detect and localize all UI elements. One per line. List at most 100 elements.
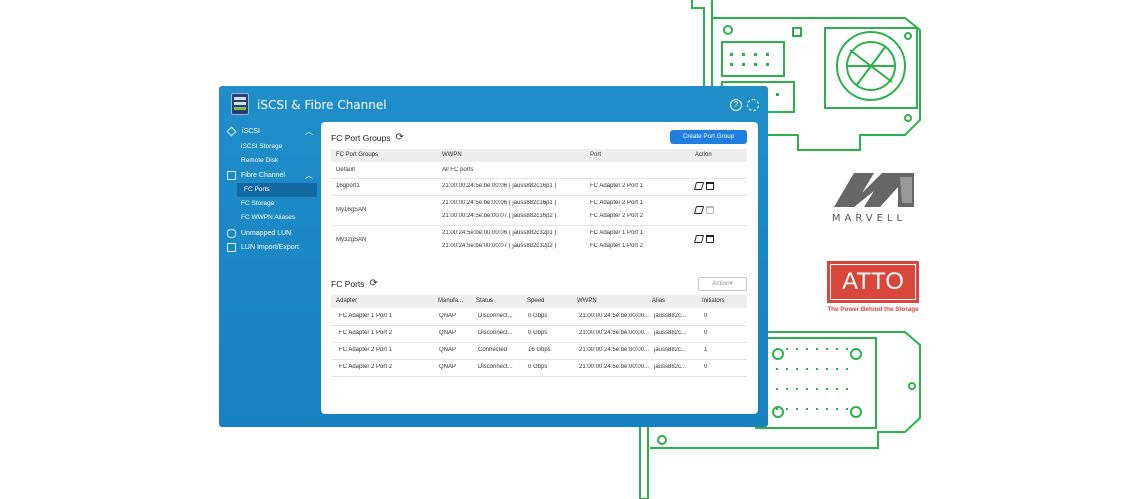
port-group-wwpn: 21:00:00:24:5e:be:00:06 ( jauss882c16p1 … (442, 200, 557, 206)
lun-icon (227, 228, 236, 238)
cell-wwpn: 21:00:00:24:5e:be:00:00... (579, 330, 649, 336)
trash-icon[interactable] (706, 182, 714, 190)
column-header[interactable]: Port (590, 149, 601, 162)
cell-adapter: FC Adapter 2 Port 1 (339, 347, 393, 353)
sidebar-group-unmapped-lun[interactable]: Unmapped LUN (227, 226, 315, 240)
fc-ports-table-header: Adapter Manufa... Status Speed WWPN Alia… (331, 295, 747, 308)
port-group-port: FC Adapter 1 Port 2 (590, 243, 644, 249)
sidebar-item-fc-wwpn-aliases[interactable]: FC WWPN Aliases (241, 211, 295, 225)
sidebar-item-fc-storage[interactable]: FC Storage (241, 197, 274, 211)
column-header[interactable]: Speed (527, 295, 544, 308)
marvell-logo: MARVELL (814, 169, 924, 231)
cell-wwpn: 21:00:00:24:5e:be:00:00... (579, 364, 649, 370)
port-groups-table-header: FC Port Groups WWPN Port Action (331, 149, 747, 162)
port-group-wwpn: 21:00:00:24:5e:be:00:06 ( jauss882c16p1 … (442, 183, 557, 189)
column-header: Action (695, 152, 712, 158)
port-group-wwpn: All FC ports (442, 167, 474, 173)
port-group-name: 16gport1 (336, 183, 360, 189)
trash-icon[interactable] (706, 235, 714, 243)
chevron-up-icon[interactable]: ︿ (305, 170, 313, 181)
edit-icon[interactable] (693, 235, 705, 243)
port-group-port: FC Adapter 2 Port 2 (590, 213, 644, 219)
fc-ports-header: FC Ports ⟳ (331, 278, 378, 289)
edit-icon[interactable] (693, 182, 705, 190)
cell-initiators: 0 (704, 364, 708, 370)
sidebar-group-label: iSCSI (242, 127, 260, 135)
app-logo-icon (231, 93, 249, 115)
row-divider (331, 178, 747, 179)
row-actions (693, 206, 714, 214)
port-group-wwpn: 21:00:24:5e:be:00:00:07 ( jauss882c32p2 … (442, 243, 557, 249)
row-actions (693, 182, 714, 190)
gear-icon[interactable] (747, 99, 759, 111)
cell-adapter: FC Adapter 1 Port 1 (339, 313, 393, 319)
edit-icon[interactable] (693, 206, 705, 214)
column-header[interactable]: FC Port Groups (336, 149, 378, 162)
cell-status: Connected (478, 347, 508, 353)
cell-alias: jauss882c... (654, 330, 687, 336)
section-title: FC Port Groups (331, 132, 391, 143)
cell-manufacturer: QNAP (439, 330, 457, 336)
cell-wwpn: 21:00:00:24:5e:be:00:00... (579, 347, 649, 353)
column-header[interactable]: Adapter (336, 295, 357, 308)
port-group-name: My32gSAN (336, 237, 367, 243)
cell-adapter: FC Adapter 1 Port 2 (339, 330, 393, 336)
atto-logo: ATTO (827, 261, 919, 303)
port-group-name: Default (336, 167, 356, 173)
port-group-port: FC Adapter 1 Port 1 (590, 230, 644, 236)
title-bar: iSCSI & Fibre Channel ? (219, 86, 768, 124)
row-divider (331, 325, 747, 326)
refresh-icon[interactable]: ⟳ (396, 132, 404, 143)
row-actions (693, 235, 714, 243)
cell-speed: 0 Gbps (528, 364, 548, 370)
port-groups-header: FC Port Groups ⟳ (331, 132, 404, 143)
sidebar-group-lun-import-export[interactable]: LUN Import/Export (227, 240, 315, 254)
sidebar: iSCSI ︿ iSCSI Storage Remote Disk Fibre … (219, 124, 319, 427)
column-header[interactable]: WWPN (442, 149, 462, 162)
cell-manufacturer: QNAP (439, 347, 457, 353)
chevron-up-icon[interactable]: ︿ (305, 126, 313, 137)
cell-initiators: 0 (704, 313, 708, 319)
column-header[interactable]: Status (476, 295, 493, 308)
cell-status: Disconnect... (478, 364, 513, 370)
port-group-wwpn: 21:00:00:24:5e:be:00:07 ( jauss882c16p2 … (442, 213, 557, 219)
atto-wordmark: ATTO (830, 264, 916, 300)
sidebar-item-iscsi-storage[interactable]: iSCSI Storage (241, 140, 282, 154)
sidebar-group-label: Fibre Channel (241, 171, 285, 179)
trash-icon (706, 206, 714, 214)
cell-adapter: FC Adapter 2 Port 2 (339, 364, 393, 370)
port-group-name: My16gSAN (336, 207, 367, 213)
column-header[interactable]: WWPN (577, 295, 597, 308)
action-dropdown-button[interactable]: Action▾ (698, 277, 747, 291)
sidebar-group-iscsi[interactable]: iSCSI ︿ (226, 124, 315, 138)
sidebar-group-fibre-channel[interactable]: Fibre Channel ︿ (227, 168, 315, 182)
port-group-wwpn: 21:00:24:5e:be:00:00:06 ( jauss882c32p1 … (442, 230, 557, 236)
port-group-port: FC Adapter 2 Port 1 (590, 183, 644, 189)
content-panel: FC Port Groups ⟳ Create Port Group FC Po… (321, 122, 758, 414)
create-port-group-button[interactable]: Create Port Group (670, 130, 747, 144)
sidebar-item-remote-disk[interactable]: Remote Disk (241, 154, 278, 168)
row-divider (331, 225, 747, 226)
lun-import-icon (227, 242, 236, 252)
atto-tagline: The Power Behind the Storage (827, 306, 919, 313)
column-header[interactable]: Alias (652, 295, 665, 308)
sidebar-group-label: Unmapped LUN (241, 229, 292, 237)
sidebar-item-fc-ports[interactable]: FC Ports (237, 183, 317, 197)
row-divider (331, 359, 747, 360)
column-header[interactable]: Initiators (702, 295, 725, 308)
cell-alias: jauss882c... (654, 364, 687, 370)
help-icon[interactable]: ? (730, 99, 742, 111)
cell-speed: 0 Gbps (528, 313, 548, 319)
refresh-icon[interactable]: ⟳ (370, 278, 378, 289)
cell-manufacturer: QNAP (439, 364, 457, 370)
row-divider (331, 376, 747, 377)
cell-initiators: 1 (704, 347, 708, 353)
sidebar-group-label: LUN Import/Export (241, 243, 299, 251)
column-header[interactable]: Manufa... (438, 295, 466, 308)
cell-speed: 16 Gbps (528, 347, 551, 353)
app-title: iSCSI & Fibre Channel (257, 98, 387, 112)
fibre-channel-icon (227, 170, 236, 180)
marvell-mark-icon (834, 173, 914, 207)
cell-status: Disconnect... (478, 330, 513, 336)
port-group-port: FC Adapter 2 Port 1 (590, 200, 644, 206)
